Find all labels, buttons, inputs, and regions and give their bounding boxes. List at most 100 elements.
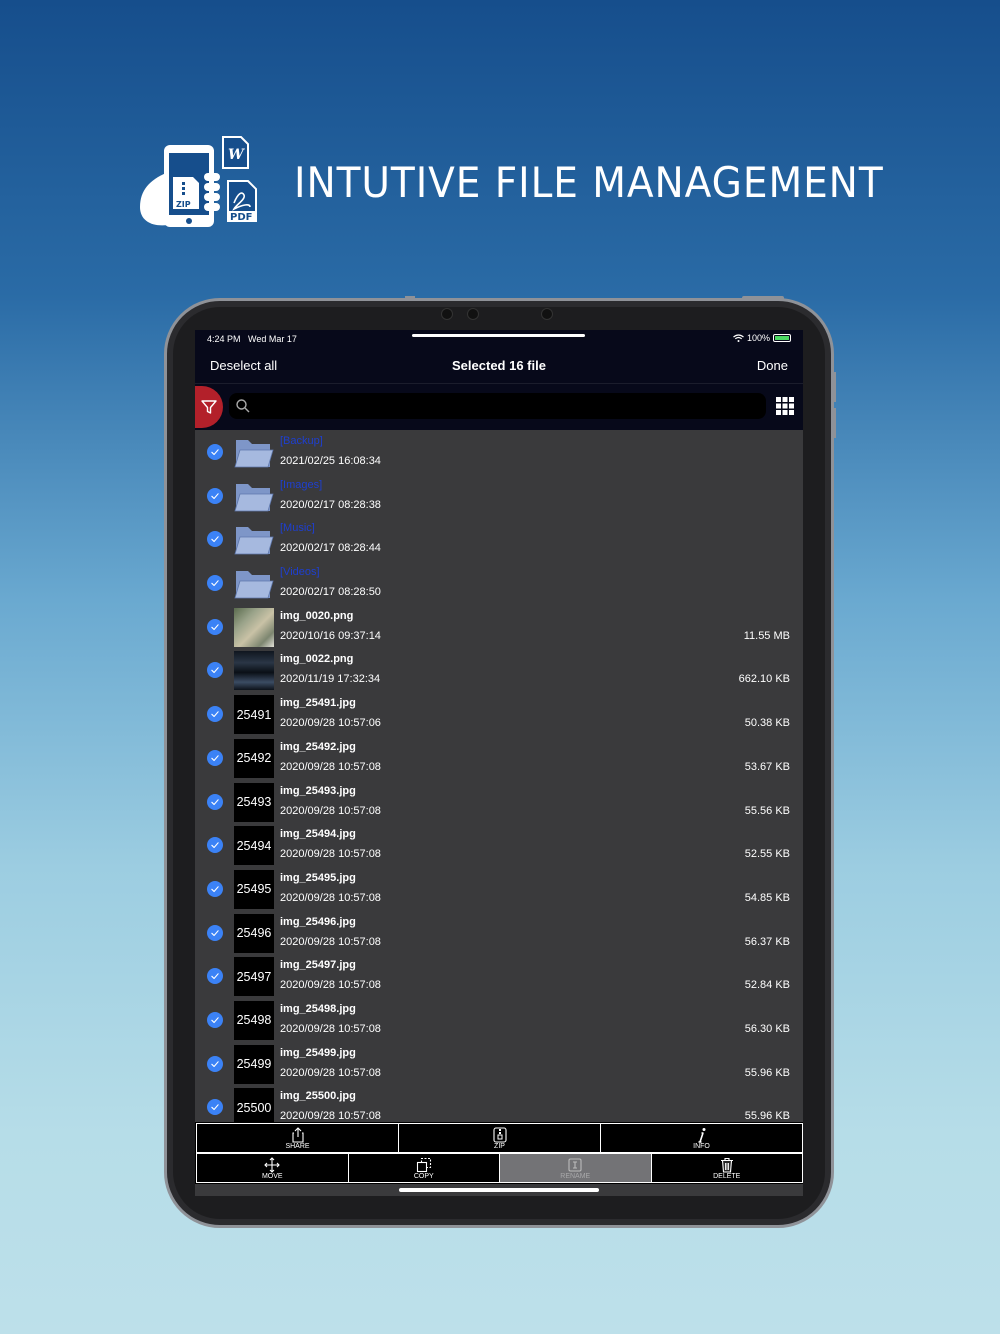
folder-icon	[234, 564, 274, 603]
file-row[interactable]: [Images] 2020/02/17 08:28:38	[195, 474, 803, 518]
file-row[interactable]: [Videos] 2020/02/17 08:28:50	[195, 561, 803, 605]
file-date: 2020/09/28 10:57:08	[280, 804, 381, 817]
file-date: 2020/09/28 10:57:08	[280, 935, 381, 948]
selected-check-icon[interactable]	[207, 880, 223, 897]
selected-check-icon[interactable]	[207, 968, 223, 985]
search-row	[195, 384, 803, 430]
rename-button[interactable]: RENAME	[499, 1153, 652, 1183]
file-name: img_25496.jpg	[280, 915, 356, 928]
file-date: 2020/09/28 10:57:08	[280, 891, 381, 904]
folder-name: [Videos]	[280, 566, 320, 579]
battery-percent: 100%	[746, 333, 770, 343]
file-row[interactable]: 25496 img_25496.jpg 2020/09/28 10:57:08 56.…	[195, 911, 803, 955]
file-date: 2020/09/28 10:57:08	[280, 1022, 381, 1035]
share-button[interactable]: SHARE	[196, 1123, 399, 1153]
selected-check-icon[interactable]	[207, 749, 223, 766]
file-row[interactable]: 25500 img_25500.jpg 2020/09/28 10:57:08 55.…	[195, 1085, 803, 1122]
file-size: 55.56 KB	[744, 804, 790, 817]
file-size: 50.38 KB	[744, 717, 790, 730]
zip-button[interactable]: ZIP	[398, 1123, 601, 1153]
selected-check-icon[interactable]	[207, 618, 223, 635]
file-size: 53.67 KB	[744, 760, 790, 773]
battery-icon	[773, 334, 791, 342]
info-label: INFO	[693, 1142, 710, 1150]
file-date: 2021/02/25 16:08:34	[280, 455, 381, 467]
camera-bar	[437, 305, 565, 323]
copy-button[interactable]: COPY	[347, 1153, 500, 1183]
selected-check-icon[interactable]	[207, 793, 223, 810]
rename-label: RENAME	[560, 1172, 591, 1180]
image-thumbnail: 25492	[234, 738, 274, 778]
folder-name: [Backup]	[280, 435, 323, 447]
action-toolbar: SHARE ZIP INFO MOVE COPY RENAME DELETE	[195, 1122, 803, 1184]
share-icon	[291, 1126, 304, 1143]
search-input[interactable]	[229, 393, 766, 419]
file-name: img_25495.jpg	[280, 871, 356, 884]
folder-icon	[234, 433, 274, 472]
file-list: [Backup] 2021/02/25 16:08:34 [Images] 2020/…	[195, 430, 803, 1122]
toolbar-row-2: MOVE COPY RENAME DELETE	[196, 1153, 803, 1183]
image-thumbnail: 25493	[234, 782, 274, 822]
selected-check-icon[interactable]	[207, 662, 223, 679]
file-row[interactable]: img_0020.png 2020/10/16 09:37:14 11.55 MB	[195, 605, 803, 649]
file-size: 662.10 KB	[738, 673, 790, 686]
zip-label: ZIP	[494, 1142, 505, 1150]
selected-check-icon[interactable]	[207, 924, 223, 941]
move-icon	[264, 1156, 281, 1173]
selected-check-icon[interactable]	[207, 1011, 223, 1028]
selected-check-icon[interactable]	[207, 487, 223, 504]
selected-check-icon[interactable]	[207, 837, 223, 854]
selected-check-icon[interactable]	[207, 444, 223, 460]
folder-icon	[234, 477, 274, 516]
file-row[interactable]: 25491 img_25491.jpg 2020/09/28 10:57:06 50.…	[195, 692, 803, 736]
file-size: 56.30 KB	[744, 1022, 790, 1035]
file-size: 52.84 KB	[744, 979, 790, 992]
selected-check-icon[interactable]	[207, 706, 223, 723]
file-size: 11.55 MB	[743, 629, 790, 642]
filter-button[interactable]	[195, 386, 223, 428]
grid-view-icon[interactable]	[775, 396, 795, 416]
file-row[interactable]: 25492 img_25492.jpg 2020/09/28 10:57:08 53.…	[195, 736, 803, 780]
file-date: 2020/09/28 10:57:08	[280, 1066, 381, 1079]
home-indicator	[399, 1188, 599, 1192]
zip-icon	[492, 1126, 507, 1143]
file-row[interactable]: 25497 img_25497.jpg 2020/09/28 10:57:08 52.…	[195, 954, 803, 998]
selected-check-icon[interactable]	[207, 1055, 223, 1072]
file-date: 2020/02/17 08:28:50	[280, 586, 381, 599]
file-row[interactable]: 25499 img_25499.jpg 2020/09/28 10:57:08 55.…	[195, 1042, 803, 1086]
status-time: 4:24 PM Wed Mar 17	[207, 334, 297, 344]
file-row[interactable]: img_0022.png 2020/11/19 17:32:34 662.10 KB	[195, 648, 803, 692]
file-name: img_25491.jpg	[280, 697, 356, 710]
top-indicator	[412, 334, 585, 337]
nav-title: Selected 16 file	[452, 358, 546, 373]
info-button[interactable]: INFO	[600, 1123, 803, 1153]
image-thumbnail	[234, 607, 274, 647]
file-size: 56.37 KB	[744, 935, 790, 948]
file-management-logo-icon: ZIP W PDF	[140, 136, 257, 227]
image-thumbnail: 25498	[234, 1000, 274, 1040]
file-row[interactable]: [Backup] 2021/02/25 16:08:34	[195, 430, 803, 474]
delete-button[interactable]: DELETE	[650, 1153, 803, 1183]
file-name: img_25493.jpg	[280, 784, 356, 797]
navigation-bar: Selected 16 file Deselect all Done	[195, 348, 803, 384]
file-date: 2020/10/16 09:37:14	[280, 629, 381, 642]
file-row[interactable]: 25498 img_25498.jpg 2020/09/28 10:57:08 56.…	[195, 998, 803, 1042]
move-button[interactable]: MOVE	[196, 1153, 349, 1183]
selected-check-icon[interactable]	[207, 575, 223, 592]
image-thumbnail	[234, 651, 274, 691]
copy-label: COPY	[413, 1172, 434, 1180]
file-date: 2020/11/19 17:32:34	[280, 673, 381, 686]
file-row[interactable]: 25495 img_25495.jpg 2020/09/28 10:57:08 54.…	[195, 867, 803, 911]
file-name: img_25498.jpg	[280, 1002, 356, 1015]
done-button[interactable]: Done	[757, 358, 788, 373]
file-row[interactable]: [Music] 2020/02/17 08:28:44	[195, 517, 803, 561]
file-row[interactable]: 25494 img_25494.jpg 2020/09/28 10:57:08 52.…	[195, 823, 803, 867]
selected-check-icon[interactable]	[207, 531, 223, 548]
file-row[interactable]: 25493 img_25493.jpg 2020/09/28 10:57:08 55.…	[195, 780, 803, 824]
status-right: 100%	[733, 333, 791, 343]
deselect-all-button[interactable]: Deselect all	[210, 358, 277, 373]
selected-check-icon[interactable]	[207, 1099, 223, 1116]
file-date: 2020/09/28 10:57:06	[280, 717, 381, 730]
trash-icon	[720, 1157, 733, 1173]
toolbar-row-1: SHARE ZIP INFO	[196, 1123, 803, 1153]
